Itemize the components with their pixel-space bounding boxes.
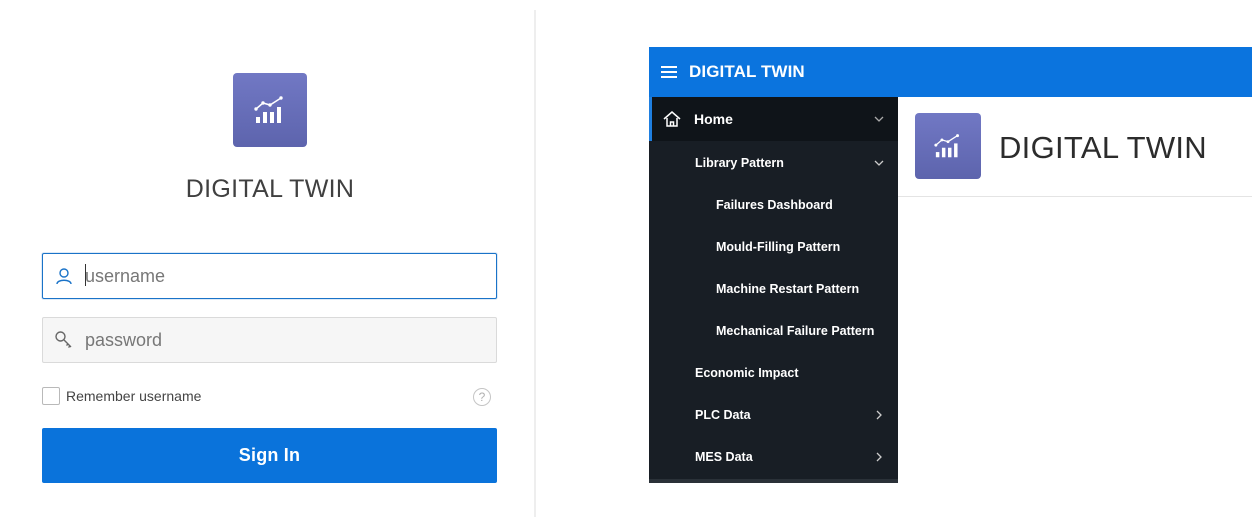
app-logo [233,73,307,147]
password-input[interactable] [85,320,485,360]
page-logo [915,113,981,179]
page-body [898,197,1252,483]
chevron-right-icon[interactable] [876,410,882,420]
chevron-down-icon[interactable] [874,116,884,122]
sidebar-item-label: Economic Impact [695,366,799,380]
key-icon [43,318,85,362]
login-panel: DIGITAL TWIN Remember username ? Sign In [0,0,535,517]
password-field[interactable] [42,317,497,363]
top-bar: DIGITAL TWIN [649,47,1252,97]
username-field[interactable] [42,253,497,299]
sidebar-item-label: Home [694,111,733,127]
sidebar-item-mechanical-failure-pattern[interactable]: Mechanical Failure Pattern [649,310,898,352]
help-icon[interactable]: ? [473,388,491,406]
remember-username[interactable]: Remember username [42,387,201,405]
sidebar-item-label: Library Pattern [695,156,784,170]
app-window: DIGITAL TWIN Home Library Pattern Failur… [649,47,1252,483]
remember-checkbox[interactable] [42,387,60,405]
sidebar-item-plc-data[interactable]: PLC Data [649,394,898,436]
login-title: DIGITAL TWIN [185,175,355,203]
home-icon [662,110,682,128]
sidebar-item-label: Mechanical Failure Pattern [716,324,875,338]
chevron-down-icon[interactable] [874,160,884,166]
user-icon [43,254,85,298]
page-header: DIGITAL TWIN [898,97,1252,197]
sidebar-item-home[interactable]: Home [649,97,898,141]
sidebar-item-economic-impact[interactable]: Economic Impact [649,352,898,394]
app-title[interactable]: DIGITAL TWIN [689,62,805,82]
page-title: DIGITAL TWIN [999,130,1207,165]
sidebar-item-mes-data[interactable]: MES Data [649,436,898,478]
text-caret [85,264,86,286]
sidebar-nav: Home Library Pattern Failures Dashboard … [649,97,898,483]
chart-trend-icon [934,134,960,158]
sidebar-item-label: Machine Restart Pattern [716,282,860,296]
sidebar-scroll-edge [649,479,898,483]
sign-in-button[interactable]: Sign In [42,428,497,483]
username-input[interactable] [85,256,485,296]
sidebar-item-label: PLC Data [695,408,751,422]
menu-icon[interactable] [649,47,689,97]
sidebar-item-mould-filling-pattern[interactable]: Mould-Filling Pattern [649,226,898,268]
chevron-right-icon[interactable] [876,452,882,462]
panel-divider [534,10,536,517]
sidebar-item-label: Mould-Filling Pattern [716,240,841,254]
sidebar-item-label: MES Data [695,450,753,464]
sidebar-item-failures-dashboard[interactable]: Failures Dashboard [649,184,898,226]
sidebar-item-library-pattern[interactable]: Library Pattern [649,142,898,184]
sidebar-item-label: Failures Dashboard [716,198,833,212]
remember-label: Remember username [66,388,202,404]
chart-trend-icon [254,96,283,123]
sidebar-item-machine-restart-pattern[interactable]: Machine Restart Pattern [649,268,898,310]
